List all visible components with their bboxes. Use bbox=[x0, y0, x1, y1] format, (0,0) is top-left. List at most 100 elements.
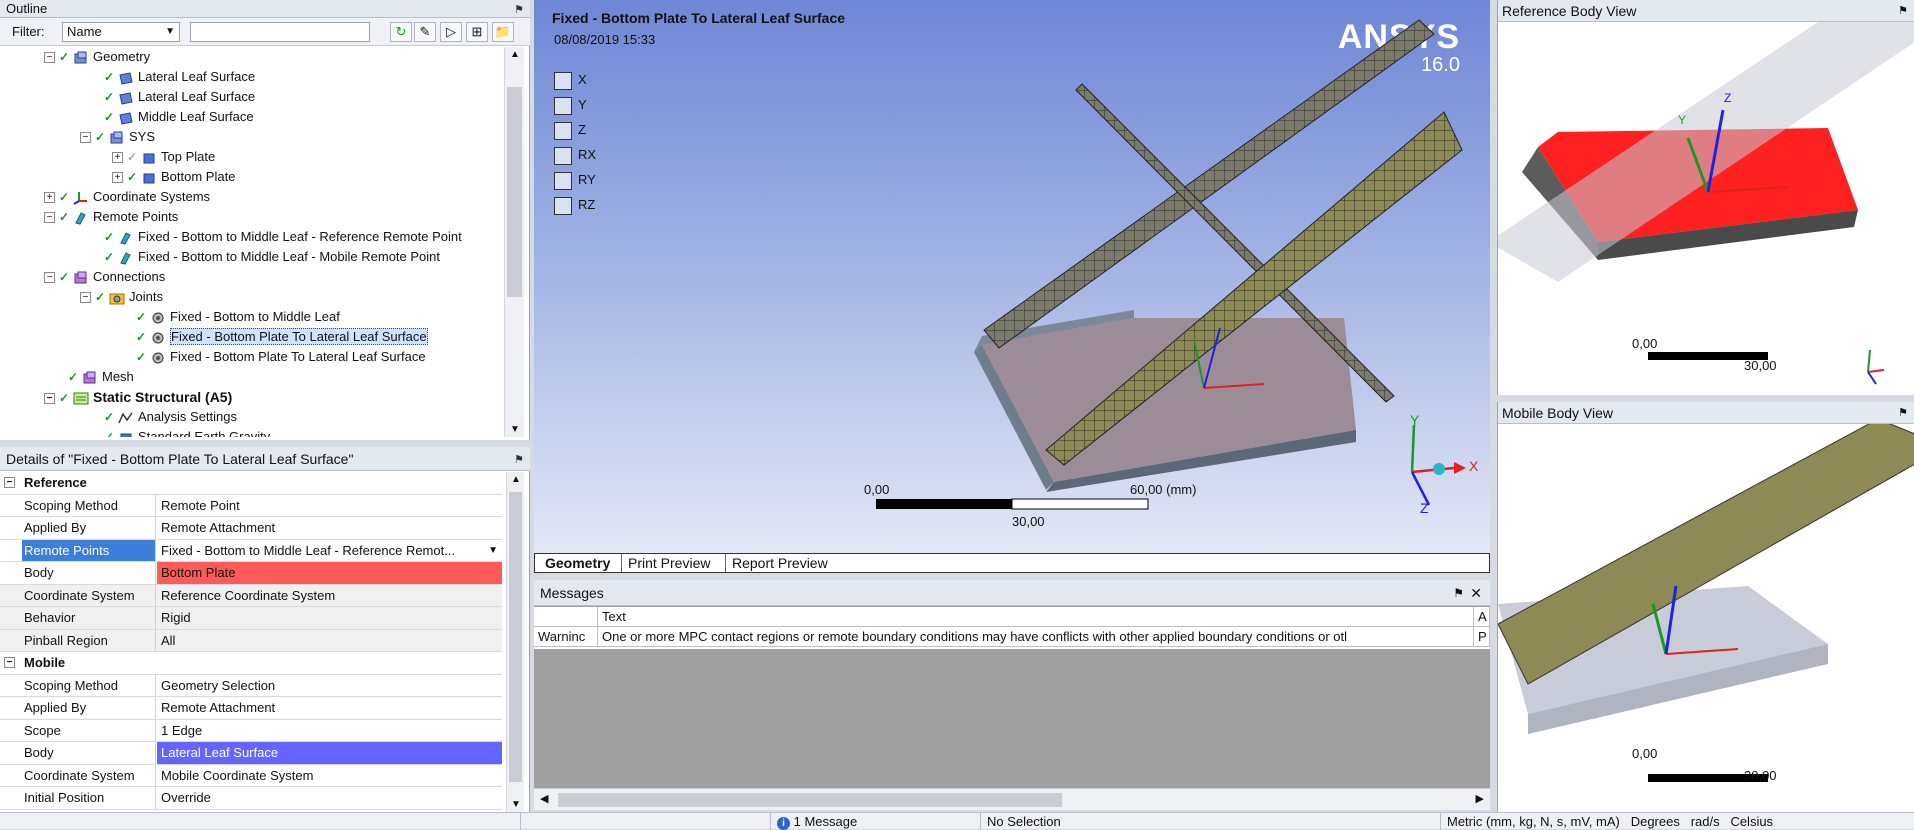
details-row-remote-points[interactable]: Remote Points Fixed - Bottom to Middle Le… bbox=[0, 539, 502, 562]
tree-item-lateral-leaf-2[interactable]: ✓ Lateral Leaf Surface bbox=[104, 87, 255, 107]
tree-item-joint-fixed-lateral[interactable]: ✓ Fixed - Bottom Plate To Lateral Leaf Su… bbox=[136, 347, 426, 367]
details-value[interactable]: All bbox=[157, 630, 502, 652]
status-units[interactable]: Metric (mm, kg, N, s, mV, mA) Degrees ra… bbox=[1440, 813, 1914, 830]
collapse-icon[interactable]: − bbox=[80, 132, 91, 144]
message-a[interactable]: P bbox=[1474, 627, 1490, 647]
tree-item-joint-fixed-middle[interactable]: ✓ Fixed - Bottom to Middle Leaf bbox=[136, 307, 340, 327]
tree-item-connections[interactable]: − ✓ Connections bbox=[44, 267, 165, 287]
scroll-up-icon[interactable]: ▲ bbox=[510, 49, 520, 60]
refresh-icon[interactable]: ↻ bbox=[390, 22, 412, 42]
tree-item-geometry[interactable]: − ✓ Geometry bbox=[44, 47, 150, 67]
collapse-icon[interactable]: − bbox=[80, 292, 91, 304]
outline-scrollbar[interactable]: ▲ ▼ bbox=[504, 47, 524, 437]
tree-item-joint-fixed-lateral-selected[interactable]: ✓ Fixed - Bottom Plate To Lateral Leaf Su… bbox=[136, 327, 428, 347]
scroll-thumb[interactable] bbox=[558, 793, 1062, 807]
tab-print-preview[interactable]: Print Preview bbox=[621, 554, 716, 572]
tree-item-lateral-leaf-1[interactable]: ✓ Lateral Leaf Surface bbox=[104, 67, 255, 87]
details-value[interactable]: Reference Coordinate System bbox=[157, 585, 502, 607]
details-value[interactable]: Geometry Selection bbox=[157, 675, 502, 697]
message-text[interactable]: One or more MPC contact regions or remot… bbox=[598, 627, 1474, 647]
collapse-icon[interactable]: − bbox=[44, 52, 55, 64]
details-row[interactable]: Scoping Method Geometry Selection bbox=[0, 674, 502, 697]
pin-icon[interactable]: ⚑ bbox=[514, 1, 524, 19]
tree-item-middle-leaf[interactable]: ✓ Middle Leaf Surface bbox=[104, 107, 254, 127]
details-value[interactable]: Lateral Leaf Surface bbox=[157, 742, 502, 764]
close-icon[interactable]: ✕ bbox=[1470, 580, 1482, 606]
details-row[interactable]: Pinball Region All bbox=[0, 629, 502, 652]
pin-icon[interactable]: ⚑ bbox=[514, 448, 524, 472]
scroll-down-icon[interactable]: ▼ bbox=[511, 799, 521, 810]
message-type[interactable]: Warninc bbox=[534, 627, 598, 647]
details-row[interactable]: Initial Position Override bbox=[0, 787, 502, 810]
filter-search-input[interactable] bbox=[190, 22, 370, 42]
tab-geometry[interactable]: Geometry bbox=[539, 554, 616, 572]
reference-body-view[interactable]: Reference Body View ⚑ Y Z 0,00 30,00 bbox=[1497, 0, 1914, 395]
model-render[interactable] bbox=[534, 0, 1490, 555]
expand-icon[interactable]: + bbox=[112, 172, 123, 184]
details-row[interactable]: Scoping Method Remote Point bbox=[0, 494, 502, 517]
details-value[interactable]: Bottom Plate bbox=[157, 562, 502, 584]
folder-icon[interactable]: 📁 bbox=[492, 22, 514, 42]
details-value[interactable]: Override bbox=[157, 787, 502, 809]
details-row[interactable]: Applied By Remote Attachment bbox=[0, 517, 502, 540]
pin-icon[interactable]: ⚑ bbox=[1898, 0, 1908, 22]
filter-select[interactable]: Name ▼ bbox=[62, 22, 180, 42]
details-value[interactable]: Remote Point bbox=[157, 495, 502, 517]
details-value[interactable]: Remote Attachment bbox=[157, 517, 502, 539]
remote-points-select[interactable]: Fixed - Bottom to Middle Leaf - Referenc… bbox=[157, 540, 482, 562]
scroll-left-icon[interactable]: ◀ bbox=[540, 792, 548, 805]
details-row[interactable]: Coordinate System Mobile Coordinate Syste… bbox=[0, 764, 502, 787]
tree-item-mobile-remote-point[interactable]: ✓ Fixed - Bottom to Middle Leaf - Mobile … bbox=[104, 247, 440, 267]
tree-item-gravity[interactable]: ✓ Standard Earth Gravity bbox=[104, 427, 270, 437]
scroll-up-icon[interactable]: ▲ bbox=[511, 474, 521, 485]
expand-all-icon[interactable]: ⊞ bbox=[466, 22, 488, 42]
graphics-viewport[interactable]: Fixed - Bottom Plate To Lateral Leaf Sur… bbox=[534, 0, 1490, 555]
tree-filter-icon[interactable]: ▷ bbox=[440, 22, 462, 42]
details-row[interactable]: Body Bottom Plate bbox=[0, 562, 502, 585]
chevron-down-icon[interactable]: ▼ bbox=[488, 540, 498, 562]
tab-report-preview[interactable]: Report Preview bbox=[725, 554, 834, 572]
details-row[interactable]: Applied By Remote Attachment bbox=[0, 697, 502, 720]
details-value[interactable]: 1 Edge bbox=[157, 720, 502, 742]
details-value[interactable]: Rigid bbox=[157, 607, 502, 629]
details-group-mobile[interactable]: − Mobile bbox=[0, 652, 502, 675]
messages-col-a[interactable]: A bbox=[1474, 607, 1490, 627]
tree-item-static-structural[interactable]: − ✓ Static Structural (A5) bbox=[44, 387, 232, 407]
tree-item-reference-remote-point[interactable]: ✓ Fixed - Bottom to Middle Leaf - Referen… bbox=[104, 227, 462, 247]
details-group-reference[interactable]: − Reference bbox=[0, 472, 502, 495]
status-messages[interactable]: i 1 Message bbox=[770, 813, 980, 830]
details-row[interactable]: Body Lateral Leaf Surface bbox=[0, 742, 502, 765]
eraser-icon[interactable]: ✎ bbox=[414, 22, 436, 42]
details-value[interactable]: Remote Attachment bbox=[157, 697, 502, 719]
scroll-thumb[interactable] bbox=[507, 87, 522, 297]
tree-item-sys[interactable]: − ✓ SYS bbox=[80, 127, 155, 147]
messages-col-text[interactable]: Text bbox=[598, 607, 1474, 627]
tree-item-mesh[interactable]: ✓ Mesh bbox=[68, 367, 134, 387]
messages-hscrollbar[interactable]: ◀ ▶ bbox=[534, 788, 1490, 810]
collapse-icon[interactable]: − bbox=[44, 392, 55, 404]
scroll-down-icon[interactable]: ▼ bbox=[510, 424, 520, 435]
mobile-body-view[interactable]: Mobile Body View ⚑ 0,00 30,00 bbox=[1497, 402, 1914, 812]
details-scrollbar[interactable]: ▲ ▼ bbox=[506, 472, 524, 812]
pin-icon[interactable]: ⚑ bbox=[1453, 580, 1464, 606]
tree-item-bottom-plate[interactable]: + ✓ Bottom Plate bbox=[112, 167, 235, 187]
details-row[interactable]: Scope 1 Edge bbox=[0, 719, 502, 742]
details-row[interactable]: Behavior Rigid bbox=[0, 607, 502, 630]
collapse-icon[interactable]: − bbox=[44, 212, 55, 224]
expand-icon[interactable]: + bbox=[44, 192, 55, 204]
pin-icon[interactable]: ⚑ bbox=[1898, 402, 1908, 424]
scroll-thumb[interactable] bbox=[509, 492, 522, 782]
tree-item-remote-points[interactable]: − ✓ Remote Points bbox=[44, 207, 178, 227]
details-value[interactable]: Mobile Coordinate System bbox=[157, 765, 502, 787]
details-row[interactable]: Coordinate System Reference Coordinate Sy… bbox=[0, 584, 502, 607]
check-icon: ✓ bbox=[59, 391, 70, 405]
expand-icon[interactable]: + bbox=[112, 152, 123, 164]
collapse-icon[interactable]: − bbox=[4, 477, 15, 488]
tree-item-analysis-settings[interactable]: ✓ Analysis Settings bbox=[104, 407, 237, 427]
tree-item-top-plate[interactable]: + ✓ Top Plate bbox=[112, 147, 215, 167]
collapse-icon[interactable]: − bbox=[44, 272, 55, 284]
collapse-icon[interactable]: − bbox=[4, 657, 15, 668]
scroll-right-icon[interactable]: ▶ bbox=[1476, 792, 1484, 805]
tree-item-coordinate-systems[interactable]: + ✓ Coordinate Systems bbox=[44, 187, 210, 207]
tree-item-joints[interactable]: − ✓ Joints bbox=[80, 287, 163, 307]
